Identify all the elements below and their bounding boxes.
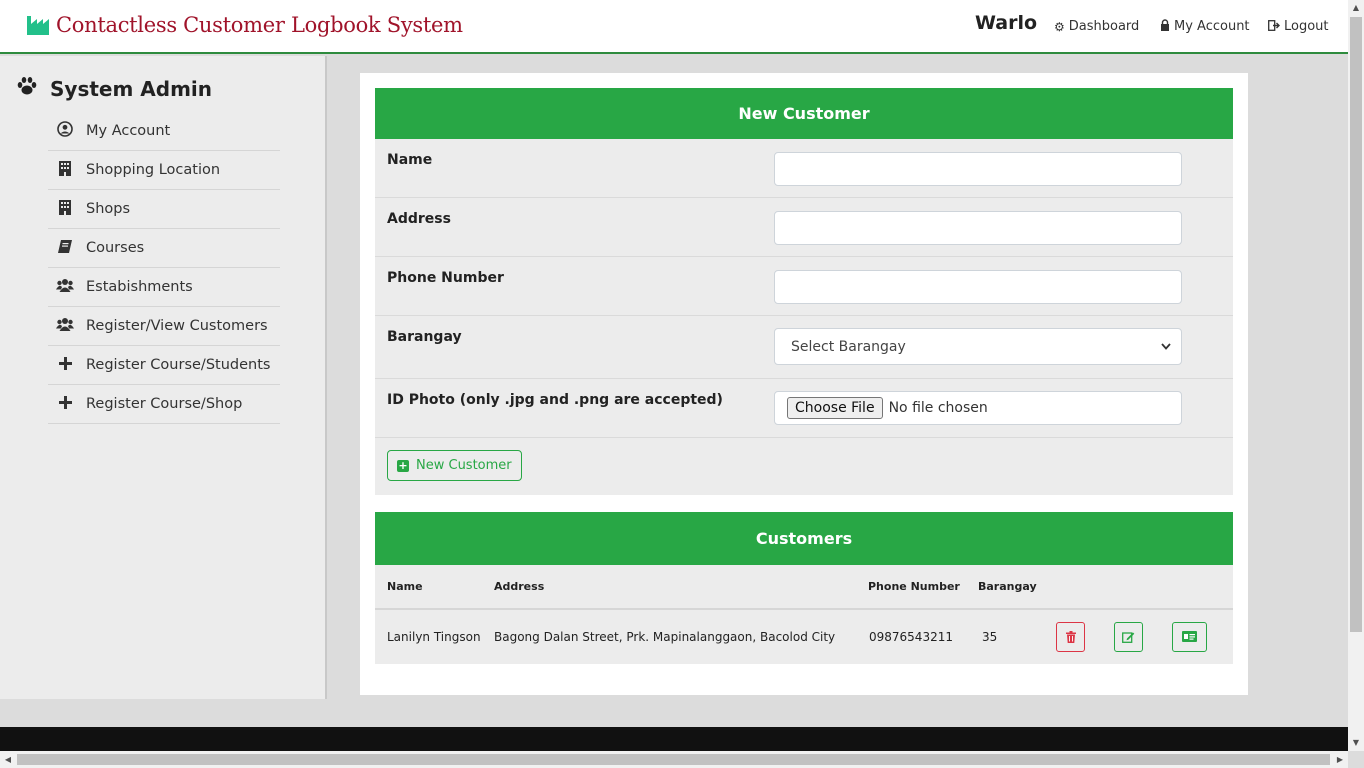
users-icon bbox=[54, 317, 76, 335]
customer-barangay-cell: 35 bbox=[982, 629, 998, 644]
brand-title: Contactless Customer Logbook System bbox=[56, 13, 463, 37]
sidebar-item-shops[interactable]: Shops bbox=[48, 190, 280, 229]
current-user-name: Warlo bbox=[975, 12, 1038, 34]
table-row: Lanilyn Tingson Bagong Dalan Street, Prk… bbox=[375, 609, 1233, 663]
sidebar-title-label: System Admin bbox=[50, 76, 213, 101]
column-header-address: Address bbox=[494, 565, 868, 610]
scroll-right-icon[interactable]: ▶ bbox=[1332, 751, 1348, 768]
edit-button[interactable] bbox=[1114, 621, 1143, 652]
sidebar-item-label: Register/View Customers bbox=[86, 318, 268, 334]
new-customer-submit-button[interactable]: + New Customer bbox=[387, 450, 522, 481]
name-label: Name bbox=[387, 152, 433, 168]
customer-phone-cell: 09876543211 bbox=[869, 629, 953, 644]
sidebar-item-label: Shops bbox=[86, 201, 131, 217]
sidebar-title: System Admin bbox=[16, 76, 212, 101]
sidebar-item-label: My Account bbox=[86, 123, 171, 139]
top-navbar: Contactless Customer Logbook System Warl… bbox=[0, 0, 1348, 54]
trash-icon bbox=[1065, 630, 1076, 643]
nav-logout-link[interactable]: Logout bbox=[1268, 19, 1329, 34]
sidebar-item-courses[interactable]: Courses bbox=[48, 229, 280, 268]
scroll-left-icon[interactable]: ◀ bbox=[0, 751, 16, 768]
column-header-name: Name bbox=[375, 565, 494, 610]
building-icon bbox=[54, 199, 76, 219]
chevron-down-icon bbox=[1161, 343, 1171, 350]
sidebar-item-my-account[interactable]: My Account bbox=[48, 112, 280, 151]
scroll-up-icon[interactable]: ▲ bbox=[1348, 0, 1364, 16]
name-field[interactable] bbox=[774, 152, 1182, 186]
nav-my-account-link[interactable]: My Account bbox=[1160, 19, 1250, 34]
file-status: No file chosen bbox=[888, 400, 988, 416]
customer-name-cell: Lanilyn Tingson bbox=[387, 629, 481, 644]
sidebar-item-label: Estabishments bbox=[86, 279, 193, 295]
paw-icon bbox=[16, 76, 38, 101]
plus-icon bbox=[54, 356, 76, 374]
nav-dashboard-link[interactable]: ⚙ Dashboard bbox=[1054, 19, 1139, 34]
building-icon bbox=[54, 160, 76, 180]
customers-panel: Customers Name Address Phone Number Bara… bbox=[375, 512, 1233, 664]
book-icon bbox=[54, 239, 76, 257]
sidebar-menu: My Account Shopping Location Shops Cours… bbox=[48, 112, 280, 424]
lock-icon bbox=[1160, 19, 1170, 34]
vertical-scroll-thumb[interactable] bbox=[1350, 17, 1362, 632]
id-card-icon bbox=[1182, 631, 1197, 642]
scroll-down-icon[interactable]: ▼ bbox=[1348, 735, 1364, 751]
phone-label: Phone Number bbox=[387, 270, 504, 286]
address-label: Address bbox=[387, 211, 451, 227]
factory-icon bbox=[27, 16, 49, 35]
sidebar-item-label: Register Course/Shop bbox=[86, 396, 243, 412]
sign-out-icon bbox=[1268, 19, 1280, 34]
sidebar-item-register-course-shop[interactable]: Register Course/Shop bbox=[48, 385, 280, 424]
horizontal-scrollbar[interactable]: ◀ ▶ bbox=[0, 751, 1348, 768]
edit-icon bbox=[1122, 631, 1135, 643]
customers-table: Name Address Phone Number Barangay Lanil… bbox=[375, 565, 1233, 663]
barangay-label: Barangay bbox=[387, 329, 462, 345]
main-content: New Customer Name Address Phone Number B… bbox=[360, 73, 1248, 695]
phone-row: Phone Number bbox=[375, 257, 1233, 316]
sidebar: System Admin My Account Shopping Locatio… bbox=[0, 56, 327, 699]
new-customer-heading: New Customer bbox=[375, 88, 1233, 139]
barangay-row: Barangay Select Barangay bbox=[375, 316, 1233, 379]
sidebar-item-estabishments[interactable]: Estabishments bbox=[48, 268, 280, 307]
id-photo-label: ID Photo (only .jpg and .png are accepte… bbox=[387, 392, 723, 408]
plus-square-icon: + bbox=[397, 458, 409, 472]
column-header-phone: Phone Number bbox=[868, 565, 978, 610]
sidebar-item-label: Courses bbox=[86, 240, 145, 256]
plus-icon bbox=[54, 395, 76, 413]
barangay-selected-value: Select Barangay bbox=[791, 338, 906, 355]
vertical-scrollbar[interactable]: ▲ ▼ bbox=[1348, 0, 1364, 751]
users-icon bbox=[54, 278, 76, 296]
sidebar-item-shopping-location[interactable]: Shopping Location bbox=[48, 151, 280, 190]
user-circle-icon bbox=[54, 121, 76, 141]
delete-button[interactable] bbox=[1056, 621, 1085, 652]
view-id-button[interactable] bbox=[1172, 621, 1207, 652]
customers-heading: Customers bbox=[375, 512, 1233, 565]
sidebar-item-label: Shopping Location bbox=[86, 162, 221, 178]
new-customer-submit-label: New Customer bbox=[416, 458, 512, 473]
choose-file-button[interactable]: Choose File bbox=[787, 397, 883, 419]
nav-dashboard-label: Dashboard bbox=[1068, 19, 1140, 34]
nav-my-account-label: My Account bbox=[1174, 19, 1250, 34]
horizontal-scroll-thumb[interactable] bbox=[17, 754, 1330, 765]
name-row: Name bbox=[375, 139, 1233, 198]
sidebar-item-register-course-students[interactable]: Register Course/Students bbox=[48, 346, 280, 385]
id-photo-row: ID Photo (only .jpg and .png are accepte… bbox=[375, 379, 1233, 438]
table-header-row: Name Address Phone Number Barangay bbox=[375, 565, 1233, 610]
column-header-barangay: Barangay bbox=[978, 565, 1056, 610]
address-row: Address bbox=[375, 198, 1233, 257]
customer-address-cell: Bagong Dalan Street, Prk. Mapinalanggaon… bbox=[494, 629, 836, 644]
sidebar-item-register-view-customers[interactable]: Register/View Customers bbox=[48, 307, 280, 346]
nav-logout-label: Logout bbox=[1284, 19, 1329, 34]
brand[interactable]: Contactless Customer Logbook System bbox=[26, 13, 463, 37]
page-footer bbox=[0, 727, 1348, 751]
new-customer-panel: New Customer Name Address Phone Number B… bbox=[375, 88, 1233, 495]
gear-icon: ⚙ bbox=[1054, 19, 1065, 34]
phone-field[interactable] bbox=[774, 270, 1182, 304]
sidebar-item-label: Register Course/Students bbox=[86, 357, 271, 373]
id-photo-file-input[interactable]: Choose File No file chosen bbox=[774, 391, 1182, 425]
submit-row: + New Customer bbox=[375, 438, 1233, 494]
barangay-select[interactable]: Select Barangay bbox=[774, 328, 1182, 365]
address-field[interactable] bbox=[774, 211, 1182, 245]
